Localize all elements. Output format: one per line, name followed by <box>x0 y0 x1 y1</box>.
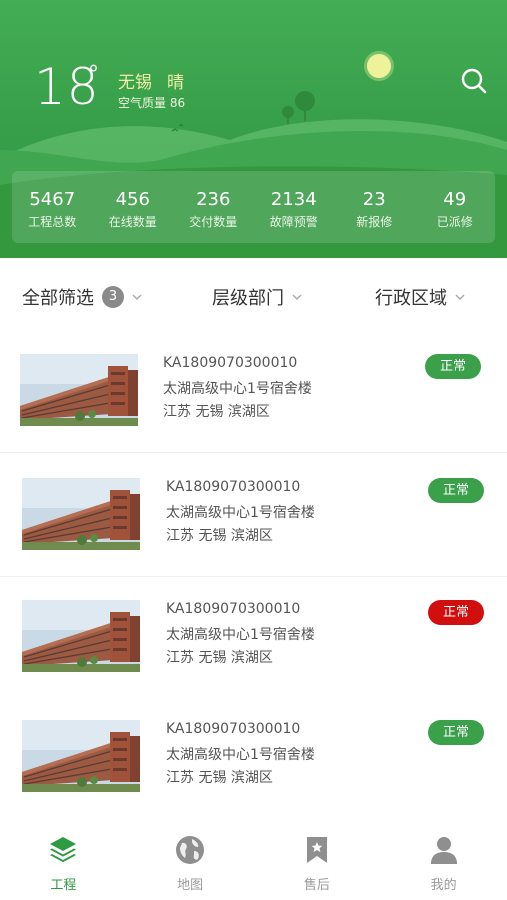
filter-count-badge: 3 <box>102 286 124 308</box>
status-badge: 正常 <box>428 478 484 503</box>
project-code: KA1809070300010 <box>166 479 301 495</box>
project-code: KA1809070300010 <box>163 355 298 371</box>
nav-item-projects[interactable]: 工程 <box>0 822 127 900</box>
project-code: KA1809070300010 <box>166 721 301 737</box>
nav-label: 工程 <box>50 878 77 893</box>
stat-label: 交付数量 <box>189 215 238 229</box>
degree-symbol: ° <box>88 62 99 87</box>
stat-delivered[interactable]: 236 交付数量 <box>173 171 254 243</box>
layers-icon <box>50 837 77 863</box>
stat-total-projects[interactable]: 5467 工程总数 <box>12 171 93 243</box>
nav-item-map[interactable]: 地图 <box>127 822 254 900</box>
bookmark-star-icon <box>306 837 327 863</box>
stat-value: 456 <box>115 189 150 210</box>
globe-icon <box>176 836 205 864</box>
nav-label: 我的 <box>430 878 457 893</box>
search-icon <box>461 68 487 94</box>
nav-label: 地图 <box>177 878 204 893</box>
project-address: 江苏 无锡 滨湖区 <box>166 528 273 544</box>
city-name: 无锡 <box>118 73 152 93</box>
filter-all[interactable]: 全部筛选 3 <box>22 284 142 310</box>
project-list-item[interactable]: KA1809070300010 太湖高级中心1号宿舍楼 江苏 无锡 滨湖区 正常 <box>0 696 507 820</box>
filter-bar: 全部筛选 3 层级部门 行政区域 <box>0 268 507 328</box>
project-name: 太湖高级中心1号宿舍楼 <box>166 627 315 643</box>
project-address: 江苏 无锡 滨湖区 <box>163 404 270 420</box>
stat-new-repairs[interactable]: 23 新报修 <box>334 171 415 243</box>
project-thumbnail <box>22 720 140 792</box>
list-divider <box>0 452 507 453</box>
project-name: 太湖高级中心1号宿舍楼 <box>163 381 312 397</box>
stat-value: 23 <box>362 189 386 210</box>
project-list-item[interactable]: KA1809070300010 太湖高级中心1号宿舍楼 江苏 无锡 滨湖区 正常 <box>0 454 507 578</box>
user-icon <box>430 837 457 864</box>
stat-label: 工程总数 <box>28 215 77 229</box>
stat-value: 2134 <box>270 189 317 210</box>
stats-panel: 5467 工程总数 456 在线数量 236 交付数量 2134 故障预警 23… <box>12 171 495 243</box>
project-thumbnail <box>22 478 140 550</box>
stat-value: 236 <box>196 189 231 210</box>
air-quality: 空气质量 86 <box>118 96 186 110</box>
filter-department[interactable]: 层级部门 <box>212 284 302 310</box>
weather-header: 18 ° 无锡 晴 空气质量 86 5467 工程总数 456 在线数量 236… <box>0 0 507 258</box>
nav-label: 售后 <box>303 878 330 893</box>
project-code: KA1809070300010 <box>166 601 301 617</box>
chevron-down-icon <box>292 294 302 301</box>
weather-condition: 晴 <box>167 73 184 93</box>
bottom-navigation: 工程 地图 售后 我的 <box>0 822 507 900</box>
filter-region[interactable]: 行政区域 <box>375 284 465 310</box>
project-address: 江苏 无锡 滨湖区 <box>166 770 273 786</box>
stat-label: 故障预警 <box>269 215 318 229</box>
project-address: 江苏 无锡 滨湖区 <box>166 650 273 666</box>
status-badge: 正常 <box>428 600 484 625</box>
stat-fault-alerts[interactable]: 2134 故障预警 <box>254 171 335 243</box>
stat-label: 已派修 <box>436 215 473 229</box>
chevron-down-icon <box>455 294 465 301</box>
nav-item-after-sales[interactable]: 售后 <box>254 822 381 900</box>
stat-label: 新报修 <box>356 215 393 229</box>
project-list-item[interactable]: KA1809070300010 太湖高级中心1号宿舍楼 江苏 无锡 滨湖区 正常 <box>0 330 507 454</box>
filter-all-label: 全部筛选 <box>22 288 94 309</box>
stat-value: 49 <box>443 189 467 210</box>
chevron-down-icon <box>132 294 142 301</box>
stat-online[interactable]: 456 在线数量 <box>93 171 174 243</box>
project-name: 太湖高级中心1号宿舍楼 <box>166 505 315 521</box>
filter-region-label: 行政区域 <box>375 288 447 309</box>
nav-item-profile[interactable]: 我的 <box>380 822 507 900</box>
status-badge: 正常 <box>425 354 481 379</box>
project-list-item[interactable]: KA1809070300010 太湖高级中心1号宿舍楼 江苏 无锡 滨湖区 正常 <box>0 576 507 700</box>
stat-value: 5467 <box>29 189 76 210</box>
filter-department-label: 层级部门 <box>212 288 284 309</box>
project-name: 太湖高级中心1号宿舍楼 <box>166 747 315 763</box>
status-badge: 正常 <box>428 720 484 745</box>
project-thumbnail <box>22 600 140 672</box>
project-thumbnail <box>20 354 138 426</box>
stat-dispatched[interactable]: 49 已派修 <box>415 171 496 243</box>
search-button[interactable] <box>459 66 489 96</box>
stat-label: 在线数量 <box>108 215 157 229</box>
